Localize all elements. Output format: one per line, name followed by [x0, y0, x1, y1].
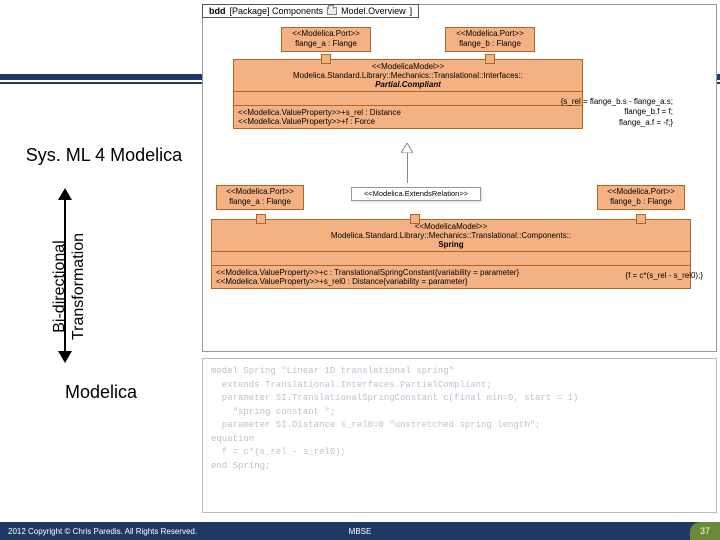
code-line: "spring constant ";: [211, 406, 708, 420]
block-path: Modelica.Standard.Library::Mechanics::Tr…: [238, 71, 578, 80]
port-flange-a-bot: <<Modelica.Port>> flange_a : Flange: [216, 185, 304, 210]
port-flange-a-top: <<Modelica.Port>> flange_a : Flange: [281, 27, 371, 52]
code-line: parameter SI.TranslationalSpringConstant…: [211, 392, 708, 406]
port-square-a-bot: [256, 214, 266, 224]
pkg-label: [Package] Components: [230, 6, 324, 16]
port-label: flange_a : Flange: [220, 197, 300, 207]
rotated-line1: Bi-directional: [50, 233, 69, 340]
partial-equations: {s_rel = flange_b.s - flange_a.s; flange…: [503, 97, 673, 128]
block-empty-compartment: [212, 252, 690, 266]
footer-copyright: 2012 Copyright © Chris Paredis. All Righ…: [8, 527, 197, 536]
block-name: Spring: [216, 240, 686, 249]
bdd-diagram-frame: bdd [Package] Components Model.Overview …: [202, 4, 717, 352]
footer-center: MBSE: [349, 527, 372, 536]
block-header: <<ModelicaModel>> Modelica.Standard.Libr…: [234, 60, 582, 92]
block-name: Partial.Compliant: [238, 80, 578, 89]
code-line: model Spring "Linear 1D translational sp…: [211, 365, 708, 379]
inherit-triangle-icon: [401, 143, 413, 153]
port-stereo: <<Modelica.Port>>: [449, 29, 531, 39]
eq: {f = c*(s_rel - s_rel0);}: [583, 271, 703, 280]
rotated-line2: Transformation: [69, 233, 88, 340]
port-square-a-top: [321, 54, 331, 64]
code-line: extends Translational.Interfaces.Partial…: [211, 379, 708, 393]
port-stereo: <<Modelica.Port>>: [601, 187, 681, 197]
code-line: end Spring;: [211, 460, 708, 474]
ext-stereo: <<Modelica.ExtendsRelation>>: [355, 189, 477, 199]
page-number-badge: 37: [690, 522, 720, 540]
package-icon: [327, 7, 337, 15]
extends-relation-block: <<Modelica.ExtendsRelation>>: [351, 187, 481, 201]
bdd-tag: bdd: [209, 6, 226, 16]
diagram-header: bdd [Package] Components Model.Overview …: [202, 4, 419, 18]
model-overview-label: Model.Overview: [341, 6, 406, 16]
code-line: equation: [211, 433, 708, 447]
block-stereo: <<ModelicaModel>>: [238, 62, 578, 71]
port-square-b-top: [485, 54, 495, 64]
port-label: flange_b : Flange: [449, 39, 531, 49]
eq3: flange_a.f = -f;}: [503, 118, 673, 128]
port-square-ext: [410, 214, 420, 224]
block-header: <<ModelicaModel>> Modelica.Standard.Libr…: [212, 220, 690, 252]
header-close-bracket: ]: [410, 6, 413, 16]
eq2: flange_b.f = f;: [503, 107, 673, 117]
rotated-label: Bi-directional Transformation: [50, 233, 88, 340]
port-flange-b-top: <<Modelica.Port>> flange_b : Flange: [445, 27, 535, 52]
port-stereo: <<Modelica.Port>>: [220, 187, 300, 197]
inherit-connector: [407, 153, 408, 183]
port-square-b-bot: [636, 214, 646, 224]
sysml-title: Sys. ML 4 Modelica: [0, 145, 208, 166]
port-stereo: <<Modelica.Port>>: [285, 29, 367, 39]
footer-bar: 2012 Copyright © Chris Paredis. All Righ…: [0, 522, 720, 540]
eq1: {s_rel = flange_b.s - flange_a.s;: [503, 97, 673, 107]
port-label: flange_a : Flange: [285, 39, 367, 49]
spring-equation: {f = c*(s_rel - s_rel0);}: [583, 271, 703, 280]
modelica-code-frame: model Spring "Linear 1D translational sp…: [202, 358, 717, 513]
block-path: Modelica.Standard.Library::Mechanics::Tr…: [216, 231, 686, 240]
block-stereo: <<ModelicaModel>>: [216, 222, 686, 231]
port-label: flange_b : Flange: [601, 197, 681, 207]
arrow-down-icon: [58, 351, 72, 363]
code-line: parameter SI.Distance s_rel0=0 "unstretc…: [211, 419, 708, 433]
port-flange-b-bot: <<Modelica.Port>> flange_b : Flange: [597, 185, 685, 210]
code-line: f = c*(s_rel - s_rel0);: [211, 446, 708, 460]
modelica-title: Modelica: [65, 382, 137, 403]
left-column: Sys. ML 4 Modelica: [0, 145, 208, 166]
